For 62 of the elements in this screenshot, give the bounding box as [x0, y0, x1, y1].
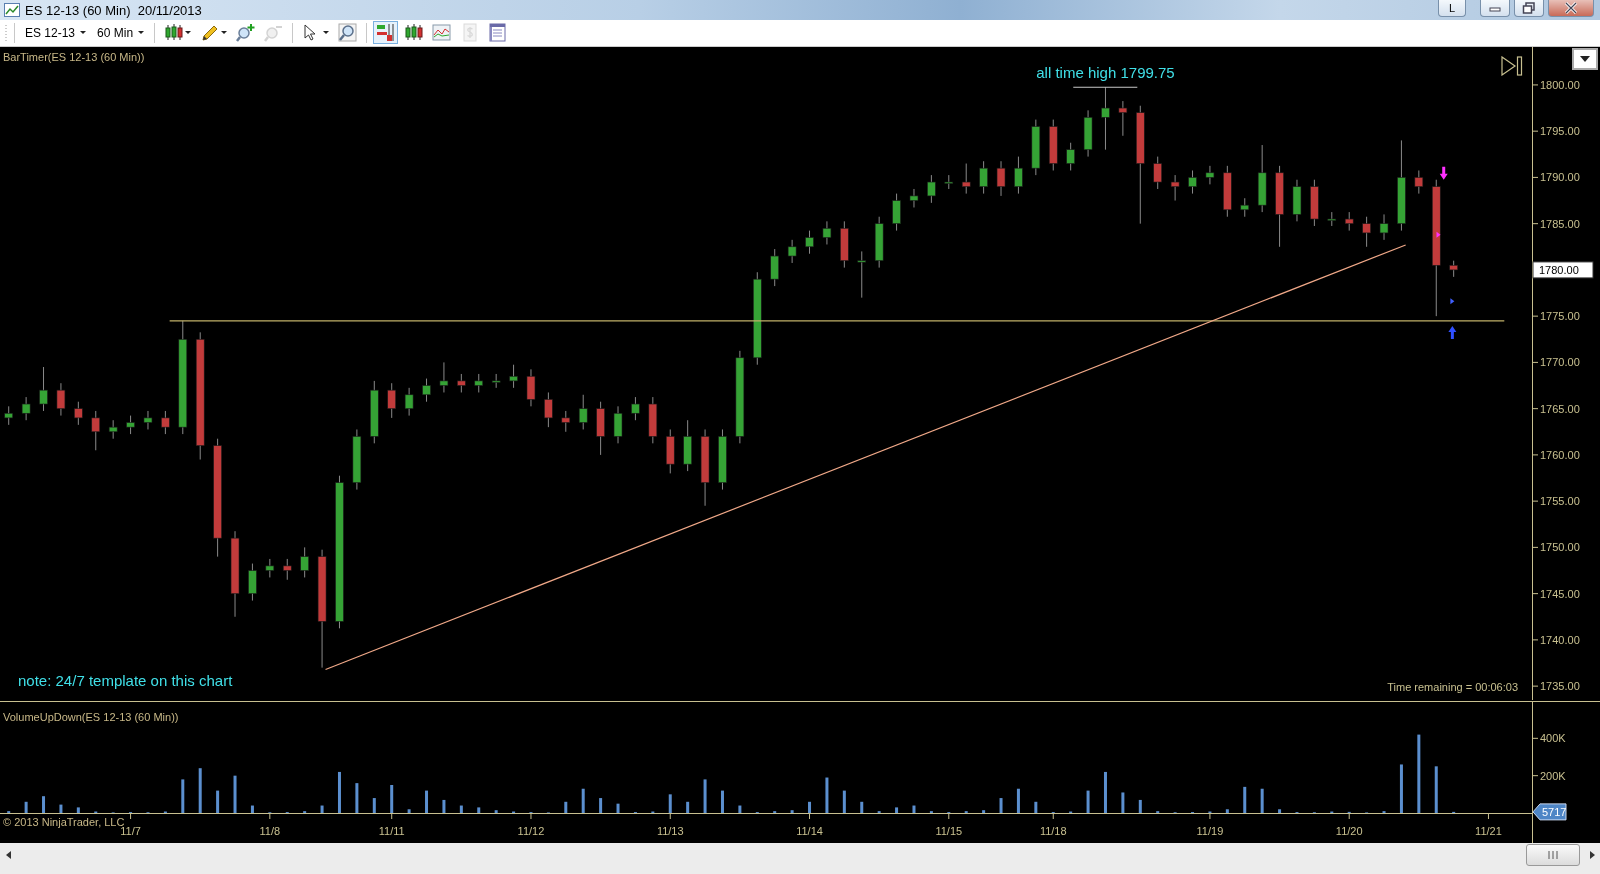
instrument-dropdown[interactable]: ES 12-13 — [21, 23, 91, 42]
date-axis-label: 11/18 — [1039, 812, 1067, 837]
x-tick-label: 11/18 — [1039, 824, 1067, 837]
indicator-label: VolumeUpDown(ES 12-13 (60 Min)) — [3, 710, 179, 723]
price-axis-label: 1755.00 — [1531, 494, 1580, 507]
x-tick-label: 11/20 — [1335, 824, 1363, 837]
x-tick-label: 11/13 — [656, 824, 684, 837]
price-axis-label: 1750.00 — [1531, 540, 1580, 553]
date-axis-label: 11/21 — [1475, 812, 1502, 837]
x-tick-label: 11/12 — [517, 824, 545, 837]
price-axis-label: 1745.00 — [1531, 587, 1580, 600]
x-tick-label: 11/19 — [1196, 824, 1224, 837]
y-tick-label: 1780.00 — [1539, 263, 1579, 276]
y-tick-label: 1760.00 — [1540, 448, 1580, 461]
date-axis-label: 11/15 — [935, 812, 963, 837]
price-axis-label: 1740.00 — [1531, 633, 1580, 646]
date-axis-label: 11/20 — [1335, 812, 1363, 837]
y-tick-label: 200K — [1540, 769, 1567, 782]
x-tick-label: 11/14 — [796, 824, 823, 837]
last-price-tag: 1780.00 — [1532, 260, 1594, 278]
y-tick-label: 1775.00 — [1540, 309, 1580, 322]
price-axis-label: 1795.00 — [1531, 124, 1580, 137]
chart-note: note: 24/7 template on this chart — [18, 671, 233, 689]
date-axis-label: 11/8 — [259, 812, 281, 837]
x-tick-label: 11/11 — [378, 824, 405, 837]
volume-axis-label: 200K — [1531, 769, 1566, 782]
y-tick-label: 1765.00 — [1540, 402, 1580, 415]
window-title: ES 12-13 (60 Min) 20/11/2013 — [25, 2, 202, 18]
price-axis-label: 1760.00 — [1531, 448, 1580, 461]
price-axis-label: 1770.00 — [1531, 355, 1580, 368]
y-tick-label: 1750.00 — [1540, 540, 1580, 553]
price-axis-label: 1735.00 — [1531, 679, 1580, 692]
y-tick-label: 1755.00 — [1540, 494, 1580, 507]
y-tick-label: 1800.00 — [1540, 78, 1580, 91]
y-tick-label: 1795.00 — [1540, 124, 1580, 137]
time-remaining-label: Time remaining = 00:06:03 — [1387, 680, 1518, 693]
volume-value-tag: 5717 — [1532, 802, 1567, 820]
indicator-label: BarTimer(ES 12-13 (60 Min)) — [3, 50, 145, 63]
volume-axis-label: 400K — [1531, 731, 1566, 744]
y-tick-label: 1740.00 — [1540, 633, 1580, 646]
y-tick-label: 1735.00 — [1540, 679, 1580, 692]
date-axis-label: 11/19 — [1196, 812, 1224, 837]
date-axis-label: 11/13 — [656, 812, 684, 837]
y-tick-label: 1745.00 — [1540, 587, 1580, 600]
price-axis-label: 1775.00 — [1531, 309, 1580, 322]
date-axis-label: 11/11 — [378, 812, 405, 837]
y-tick-label: 1790.00 — [1540, 170, 1580, 183]
date-axis-label: 11/14 — [796, 812, 823, 837]
y-tick-label: 1785.00 — [1540, 217, 1580, 230]
layout-button[interactable]: L — [1438, 0, 1466, 17]
price-axis-label: 1765.00 — [1531, 402, 1580, 415]
x-tick-label: 11/21 — [1475, 824, 1502, 837]
y-tick-label: 1770.00 — [1540, 355, 1580, 368]
interval-dropdown[interactable]: 60 Min — [93, 23, 149, 42]
price-axis-label: 1800.00 — [1531, 78, 1580, 91]
date-axis-label: 11/12 — [517, 812, 545, 837]
annotation-label: all time high 1799.75 — [1036, 63, 1175, 81]
x-tick-label: 11/15 — [935, 824, 963, 837]
x-tick-label: 11/8 — [259, 824, 281, 837]
price-axis-label: 1785.00 — [1531, 217, 1580, 230]
price-axis-label: 1790.00 — [1531, 170, 1580, 183]
y-tick-label: 400K — [1540, 731, 1567, 744]
